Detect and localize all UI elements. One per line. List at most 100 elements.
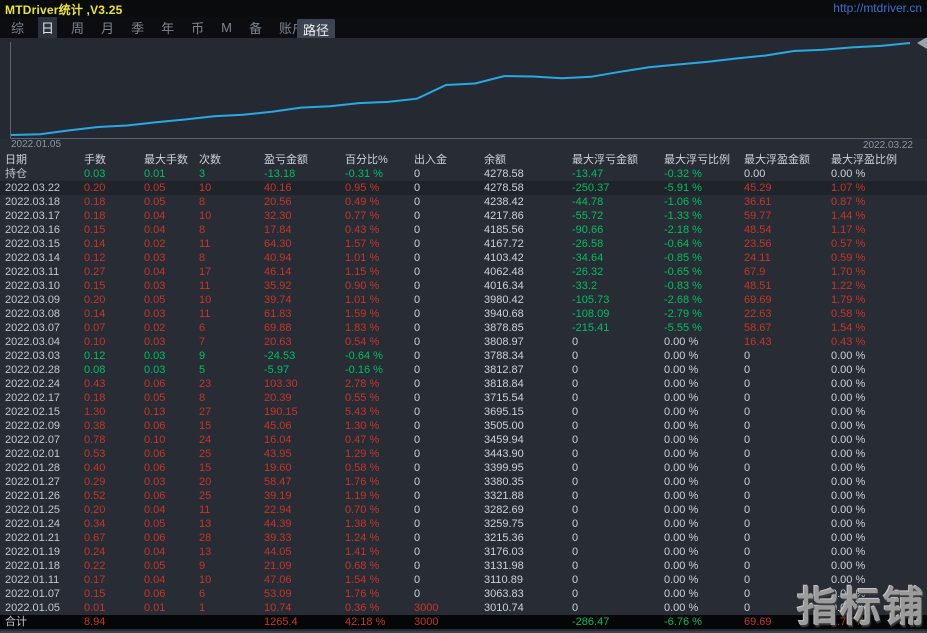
table-row[interactable]: 2022.03.10 0.15 0.03 11 35.92 0.90 % 0 4016.34 -… [0,279,927,293]
table-row[interactable]: 2022.02.15 1.30 0.13 27 190.15 5.43 % 0 3695.15… [0,405,927,419]
row22-cell-11: 0.00 % [831,476,866,488]
row10-cell-10: 22.63 [744,308,772,320]
table-row[interactable]: 2022.02.28 0.08 0.03 5 -5.97 -0.16 % 0 3812.87 0… [0,363,927,377]
row5-cell-4: 64.30 [264,238,292,250]
column-header-7[interactable]: 余额 [484,153,572,167]
table-row[interactable]: 2022.03.07 0.07 0.02 6 69.88 1.83 % 0 3878.85 -2… [0,321,927,335]
table-row[interactable]: 2022.01.19 0.24 0.04 13 44.05 1.41 % 0 3176.03 0… [0,545,927,559]
menu-item-6[interactable]: 年 [158,17,177,38]
table-row[interactable]: 2022.01.18 0.22 0.05 9 21.09 0.68 % 0 3131.98 0 0… [0,559,927,573]
table-row[interactable]: 2022.01.28 0.40 0.06 15 19.60 0.58 % 0 3399.95 0… [0,461,927,475]
menu-item-1[interactable]: 综 [8,17,27,38]
row18-cell-7: 3505.00 [484,420,524,432]
table-row[interactable]: 2022.02.17 0.18 0.05 8 20.39 0.55 % 0 3715.54 0 0… [0,391,927,405]
row11-cell-8: -215.41 [572,322,610,334]
table-row[interactable]: 2022.03.08 0.14 0.03 11 61.83 1.59 % 0 3940.68 -… [0,307,927,321]
column-header-9[interactable]: 最大浮亏比例 [664,153,744,167]
row11-cell-4: 69.88 [264,322,292,334]
menu-item-8[interactable]: M [218,19,235,36]
row23-cell-1: 0.52 [84,490,106,502]
table-row[interactable]: 2022.03.15 0.14 0.02 11 64.30 1.57 % 0 4167.72 -… [0,237,927,251]
table-row[interactable]: 2022.03.16 0.15 0.04 8 17.84 0.43 % 0 4185.56 -9… [0,223,927,237]
row8-cell-0: 2022.03.10 [5,280,61,292]
table-row[interactable]: 2022.01.07 0.15 0.06 6 53.09 1.76 % 0 3063.83 0 0… [0,587,927,601]
row12-cell-4: 20.63 [264,336,292,348]
column-header-3[interactable]: 次数 [199,153,264,167]
table-row[interactable]: 2022.01.25 0.20 0.04 11 22.94 0.70 % 0 3282.69 0… [0,503,927,517]
row22-cell-9: 0.00 % [664,476,699,488]
row12-cell-1: 0.10 [84,336,106,348]
row26-cell-5: 1.24 % [345,532,380,544]
table-row[interactable]: 2022.01.24 0.34 0.05 13 44.39 1.38 % 0 3259.75 0… [0,517,927,531]
row30-cell-1: 0.15 [84,588,106,600]
menu-items: 综日周月季年币 M 备账户 [8,17,308,38]
row25-cell-1: 0.34 [84,518,106,530]
row11-cell-5: 1.83 % [345,322,380,334]
column-header-1[interactable]: 手数 [84,153,144,167]
row1-cell-5: 0.95 % [345,182,380,194]
table-row[interactable]: 2022.01.11 0.17 0.04 10 47.06 1.54 % 0 3110.89 0… [0,573,927,587]
table-row[interactable]: 2022.03.14 0.12 0.03 8 40.94 1.01 % 0 4103.42 -3… [0,251,927,265]
table-row[interactable]: 2022.02.24 0.43 0.06 23 103.30 2.78 % 0 3818.84… [0,377,927,391]
table-row[interactable]: 2022.01.27 0.29 0.03 20 58.47 1.76 % 0 3380.35 0… [0,475,927,489]
row7-cell-8: -26.32 [572,266,604,278]
table-row[interactable]: 2022.01.05 0.01 0.01 1 10.74 0.36 % 3000 3010.7… [0,601,927,615]
table-row[interactable]: 2022.01.21 0.67 0.06 28 39.33 1.24 % 0 3215.36 0… [0,531,927,545]
row22-cell-0: 2022.01.27 [5,476,61,488]
menu-item-4[interactable]: 月 [98,17,117,38]
row12-cell-3: 7 [199,336,206,348]
table-row[interactable]: 2022.02.09 0.38 0.06 15 45.06 1.30 % 0 3505.00 0… [0,419,927,433]
row6-cell-9: -0.85 % [664,252,702,264]
row19-cell-9: 0.00 % [664,434,699,446]
table-row[interactable]: 2022.02.01 0.53 0.06 25 43.95 1.29 % 0 3443.90 0… [0,447,927,461]
row15-cell-9: 0.00 % [664,378,699,390]
row12-cell-10: 16.43 [744,336,772,348]
row13-cell-1: 0.12 [84,350,106,362]
row11-cell-9: -5.55 % [664,322,702,334]
row8-cell-2: 0.03 [144,280,166,292]
row17-cell-6: 0 [414,406,421,418]
table-row[interactable]: 2022.03.09 0.20 0.05 10 39.74 1.01 % 0 3980.42 -… [0,293,927,307]
row16-cell-1: 0.18 [84,392,106,404]
table-row[interactable]: 2022.03.04 0.10 0.03 7 20.63 0.54 % 0 3808.97 0 0… [0,335,927,349]
menu-item-9[interactable]: 备 [246,17,265,38]
table-row[interactable]: 2022.03.03 0.12 0.03 9 -24.53 -0.64 % 0 3788.34… [0,349,927,363]
column-header-8[interactable]: 最大浮亏金额 [572,153,664,167]
column-header-6[interactable]: 出入金 [414,153,484,167]
menu-item-5[interactable]: 季 [128,17,147,38]
column-header-2[interactable]: 最大手数 [144,153,199,167]
row0-cell-6: 0 [414,168,421,180]
column-header-4[interactable]: 盈亏金额 [264,153,345,167]
row3-cell-11: 1.44 % [831,210,866,222]
table-row[interactable]: 2022.03.18 0.18 0.05 8 20.56 0.49 % 0 4238.42 -4… [0,195,927,209]
table-row[interactable]: 2022.02.07 0.78 0.10 24 16.04 0.47 % 0 3459.94 0… [0,433,927,447]
row1-cell-6: 0 [414,182,421,194]
row15-cell-7: 3818.84 [484,378,524,390]
menu-item-2[interactable]: 日 [38,17,58,38]
row8-cell-8: -33.2 [572,280,598,292]
table-row[interactable]: 2022.03.11 0.27 0.04 17 46.14 1.15 % 0 4062.48 -… [0,265,927,279]
row7-cell-11: 1.70 % [831,266,866,278]
column-header-0[interactable]: 日期 [5,153,84,167]
table-row[interactable]: 2022.01.26 0.52 0.06 25 39.19 1.19 % 0 3321.88 0… [0,489,927,503]
row2-cell-8: -44.78 [572,196,604,208]
row1-cell-11: 1.07 % [831,182,866,194]
menu-item-7[interactable]: 币 [188,17,207,38]
column-header-11[interactable]: 最大浮盈比例 [831,153,922,167]
app-url-link[interactable]: http://mtdriver.cn [833,1,922,15]
row0-cell-10: 0.00 [744,168,766,180]
equity-line [10,42,911,136]
row0-cell-8: -13.47 [572,168,604,180]
menu-item-3[interactable]: 周 [68,17,87,38]
column-header-10[interactable]: 最大浮盈金额 [744,153,831,167]
row30-cell-6: 0 [414,588,421,600]
row10-cell-5: 1.59 % [345,308,380,320]
row6-cell-1: 0.12 [84,252,106,264]
row12-cell-8: 0 [572,336,579,348]
row9-cell-2: 0.05 [144,294,166,306]
table-row[interactable]: 2022.03.17 0.18 0.04 10 32.30 0.77 % 0 4217.86 -… [0,209,927,223]
table-row[interactable]: 2022.03.22 0.20 0.05 10 40.16 0.95 % 0 4278.58 -… [0,181,927,195]
table-row[interactable]: 持仓 0.03 0.01 3 -13.18 -0.31 % 0 4278.58 -13.47 -0… [0,167,927,181]
row6-cell-10: 24.11 [744,252,771,264]
column-header-5[interactable]: 百分比% [345,153,414,167]
